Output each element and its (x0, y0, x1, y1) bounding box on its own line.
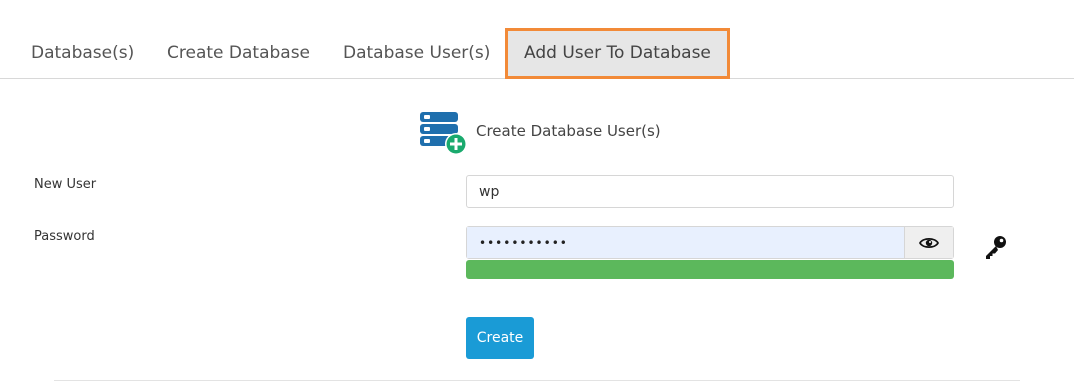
password-input[interactable] (467, 227, 904, 258)
new-user-label: New User (34, 177, 97, 192)
tab-add-user-to-database[interactable]: Add User To Database (505, 28, 730, 79)
tab-create-database[interactable]: Create Database (167, 28, 310, 78)
tab-bar: Database(s) Create Database Database Use… (0, 28, 1074, 79)
password-strength-fill (466, 260, 954, 279)
eye-icon (919, 237, 939, 248)
divider (54, 380, 1020, 381)
generate-password-button[interactable] (983, 234, 1009, 260)
page: Database(s) Create Database Database Use… (0, 0, 1074, 392)
section-title: Create Database User(s) (476, 122, 661, 140)
tab-databases[interactable]: Database(s) (31, 28, 134, 78)
create-button[interactable]: Create (466, 317, 534, 359)
new-user-input[interactable] (466, 175, 954, 208)
key-icon (986, 236, 1006, 259)
show-password-button[interactable] (904, 227, 953, 258)
database-add-icon (418, 110, 468, 156)
password-label: Password (34, 229, 95, 244)
password-strength-bar (466, 260, 954, 279)
password-field-group (466, 226, 954, 259)
tab-database-users[interactable]: Database User(s) (343, 28, 490, 78)
